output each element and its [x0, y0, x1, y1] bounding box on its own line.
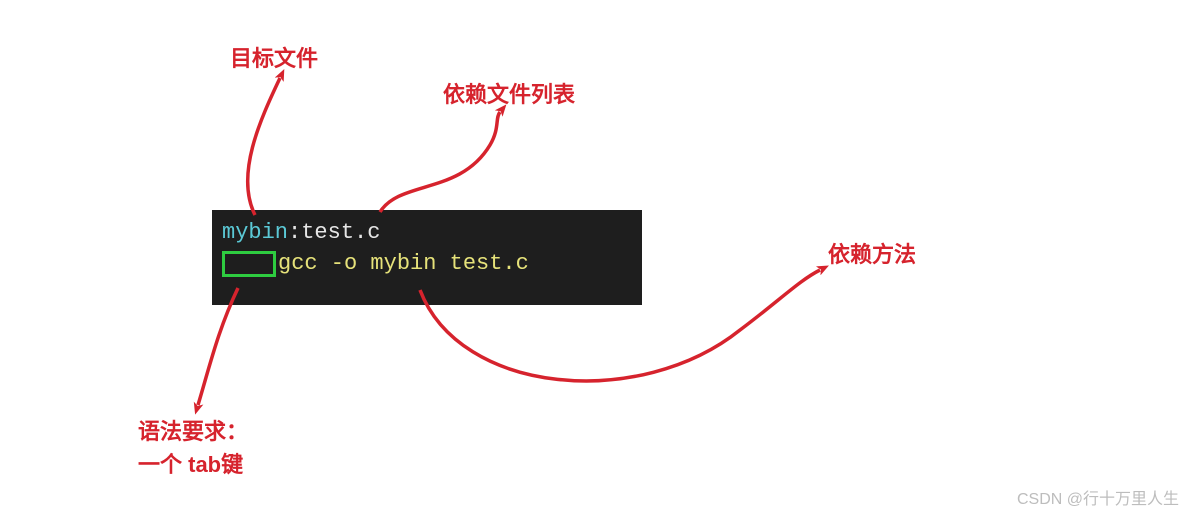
code-block: mybin:test.c gcc -o mybin test.c — [212, 210, 642, 305]
syntax-req-line1: 语法要求： — [138, 419, 248, 444]
target-token: mybin — [222, 220, 288, 245]
tab-indicator-box — [222, 251, 276, 277]
colon-token: : — [288, 220, 301, 245]
makefile-command-line: gcc -o mybin test.c — [222, 249, 632, 280]
command-token: gcc -o mybin test.c — [278, 249, 529, 280]
watermark: CSDN @行十万里人生 — [1017, 485, 1179, 509]
makefile-rule-line: mybin:test.c — [222, 218, 632, 249]
label-syntax-req: 语法要求： 一个 tab键 — [138, 415, 248, 481]
syntax-req-line2: 一个 tab键 — [138, 452, 243, 477]
label-dep-file-list: 依赖文件列表 — [443, 78, 575, 111]
label-target-file: 目标文件 — [230, 42, 318, 75]
label-dep-method: 依赖方法 — [828, 238, 916, 271]
dep-token: test.c — [301, 220, 380, 245]
